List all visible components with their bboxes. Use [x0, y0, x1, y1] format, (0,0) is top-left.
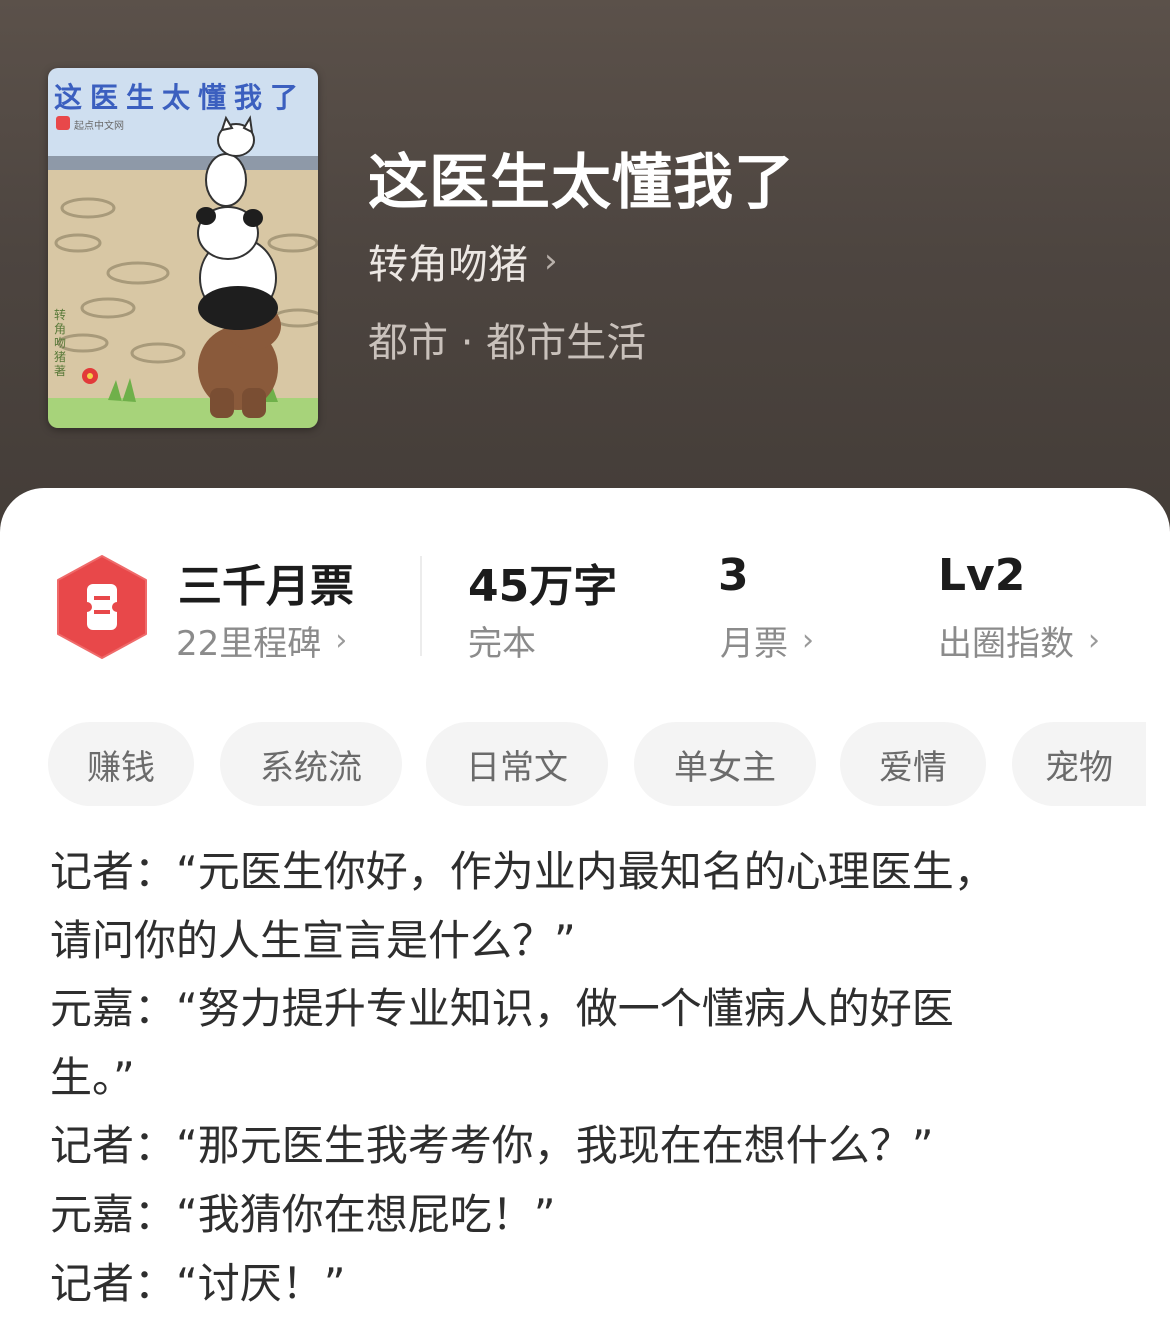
chevron-right-icon: › [544, 241, 558, 281]
genre-label: 都市 · 都市生活 [368, 320, 647, 366]
tag-chip[interactable]: 爱情 [840, 722, 986, 806]
book-description[interactable]: 记者：“元医生你好，作为业内最知名的心理医生， 请问你的人生宣言是什么？” 元嘉… [50, 838, 1130, 1318]
influence-level: Lv2 [938, 550, 1026, 601]
monthly-ticket-count: 3 [718, 550, 749, 601]
stats-row: 三千月票 22里程碑 › 45万字 完本 3 月票 › Lv2 出圈指数 › [0, 488, 1170, 688]
cover-author-signature: 转角吻猪著 [54, 308, 67, 378]
word-count: 45万字 [468, 561, 618, 612]
description-line: 元嘉：“努力提升专业知识，做一个懂病人的好医 [50, 984, 954, 1034]
tag-chip[interactable]: 单女主 [634, 722, 816, 806]
cover-publisher-text: 起点中文网 [74, 121, 124, 132]
description-line: 记者：“元医生你好，作为业内最知名的心理医生， [50, 847, 996, 896]
book-detail-sheet: 三千月票 22里程碑 › 45万字 完本 3 月票 › Lv2 出圈指数 › 赚… [0, 488, 1170, 1338]
ticket-title: 三千月票 [178, 561, 354, 612]
stats-divider [420, 556, 422, 656]
chevron-right-icon: › [1088, 623, 1100, 658]
tag-chip[interactable]: 宠物 [1012, 722, 1146, 806]
book-header: 这医生太懂我了 起点中文网 转角吻猪著 这医生太懂我了 转角吻猪 › 都市 · … [0, 0, 1170, 560]
tag-chip[interactable]: 系统流 [220, 722, 402, 806]
milestone-label: 22里程碑 [176, 624, 322, 664]
influence-index-link[interactable]: 出圈指数 › [938, 616, 1100, 665]
book-title: 这医生太懂我了 [368, 148, 795, 218]
chevron-right-icon: › [802, 623, 814, 658]
description-line: 生。” [50, 1052, 135, 1102]
author-name: 转角吻猪 [368, 242, 528, 288]
description-line: 元嘉：“我猜你在想屁吃！” [50, 1189, 556, 1239]
cover-title-text: 这医生太懂我了 [54, 81, 307, 114]
ticket-icon [52, 552, 152, 662]
monthly-ticket-link[interactable]: 月票 › [720, 616, 814, 665]
monthly-ticket-label: 月票 [720, 624, 788, 664]
chevron-right-icon: › [335, 623, 348, 658]
influence-index-label: 出圈指数 [938, 624, 1074, 664]
author-link[interactable]: 转角吻猪 › [368, 232, 558, 290]
book-cover[interactable]: 这医生太懂我了 起点中文网 转角吻猪著 [48, 68, 318, 428]
tag-chip[interactable]: 日常文 [426, 722, 608, 806]
completion-status: 完本 [468, 616, 536, 665]
tag-chip[interactable]: 赚钱 [48, 722, 194, 806]
description-line: 请问你的人生宣言是什么？” [50, 915, 576, 965]
description-line: 记者：“那元医生我考考你，我现在在想什么？” [50, 1121, 934, 1171]
milestone-link[interactable]: 22里程碑 › [176, 616, 347, 665]
description-line: 记者：“讨厌！” [50, 1258, 346, 1308]
completion-label: 完本 [468, 624, 536, 664]
